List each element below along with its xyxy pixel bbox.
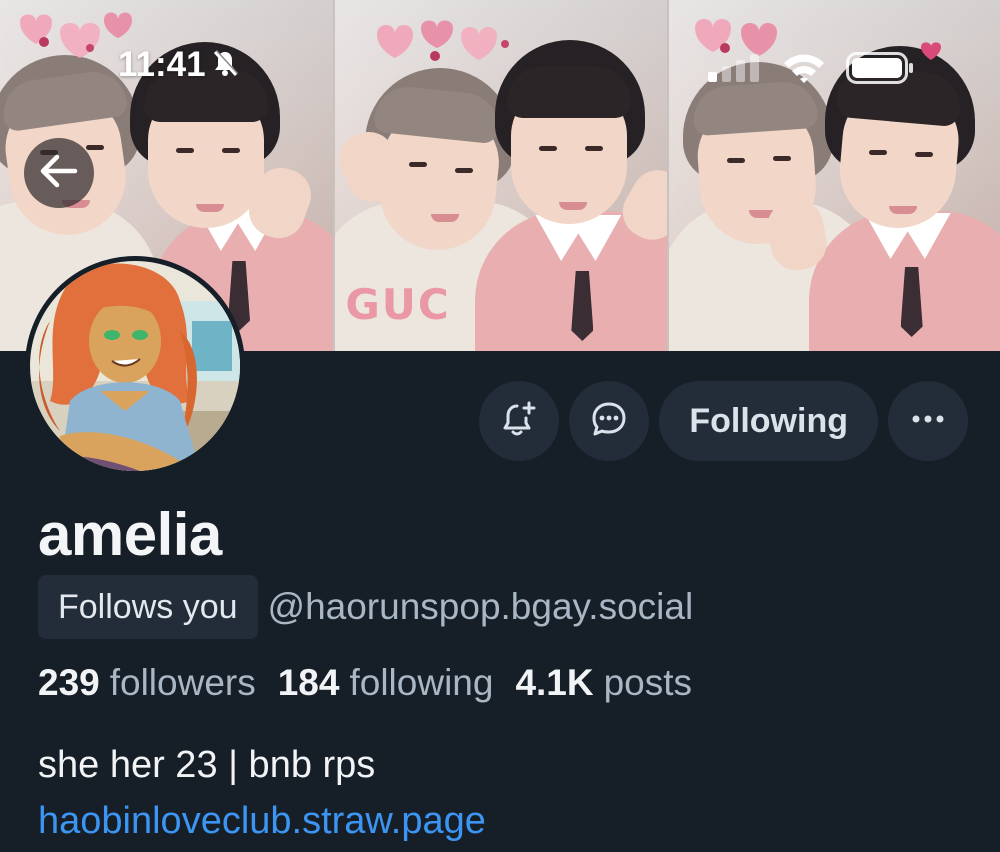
- bio-link[interactable]: haobinloveclub.straw.page: [38, 800, 486, 843]
- ellipsis-icon: [910, 412, 946, 430]
- more-options-button[interactable]: [888, 381, 968, 461]
- back-button[interactable]: [24, 138, 94, 208]
- bell-slash-icon: [210, 48, 240, 83]
- hoodie-print-text: GUC: [345, 280, 451, 329]
- message-button[interactable]: [569, 381, 650, 461]
- profile-handle: @haorunspop.bgay.social: [267, 586, 694, 627]
- posts-count: 4.1K: [515, 662, 594, 703]
- status-time: 11:41: [118, 45, 206, 84]
- posts-label: posts: [603, 662, 693, 703]
- profile-bio: she her 23 | bnb rps: [38, 744, 376, 786]
- signal-icon: [708, 54, 762, 87]
- handle-row: Follows you @haorunspop.bgay.social: [38, 575, 693, 639]
- followers-count[interactable]: 239: [38, 662, 100, 704]
- follows-you-badge: Follows you: [38, 575, 258, 639]
- following-button-label: Following: [689, 401, 848, 440]
- subscribe-notifications-button[interactable]: [479, 381, 560, 461]
- followers-label[interactable]: followers: [110, 662, 256, 704]
- profile-stats: 239 followers 184 following 4.1K posts: [38, 662, 714, 704]
- arrow-left-icon: [39, 153, 79, 194]
- status-bar: 11:41: [0, 0, 1000, 110]
- follows-you-label: Follows you: [58, 587, 238, 626]
- profile-actions: Following: [479, 381, 968, 461]
- display-name: amelia: [38, 501, 222, 568]
- chat-bubble-icon: [589, 399, 629, 444]
- battery-icon: [846, 52, 914, 89]
- profile-avatar[interactable]: [25, 256, 245, 476]
- bell-plus-icon: [499, 399, 539, 444]
- wifi-icon: [782, 52, 826, 89]
- following-count[interactable]: 184: [278, 662, 340, 704]
- following-label[interactable]: following: [349, 662, 493, 704]
- following-button[interactable]: Following: [659, 381, 878, 461]
